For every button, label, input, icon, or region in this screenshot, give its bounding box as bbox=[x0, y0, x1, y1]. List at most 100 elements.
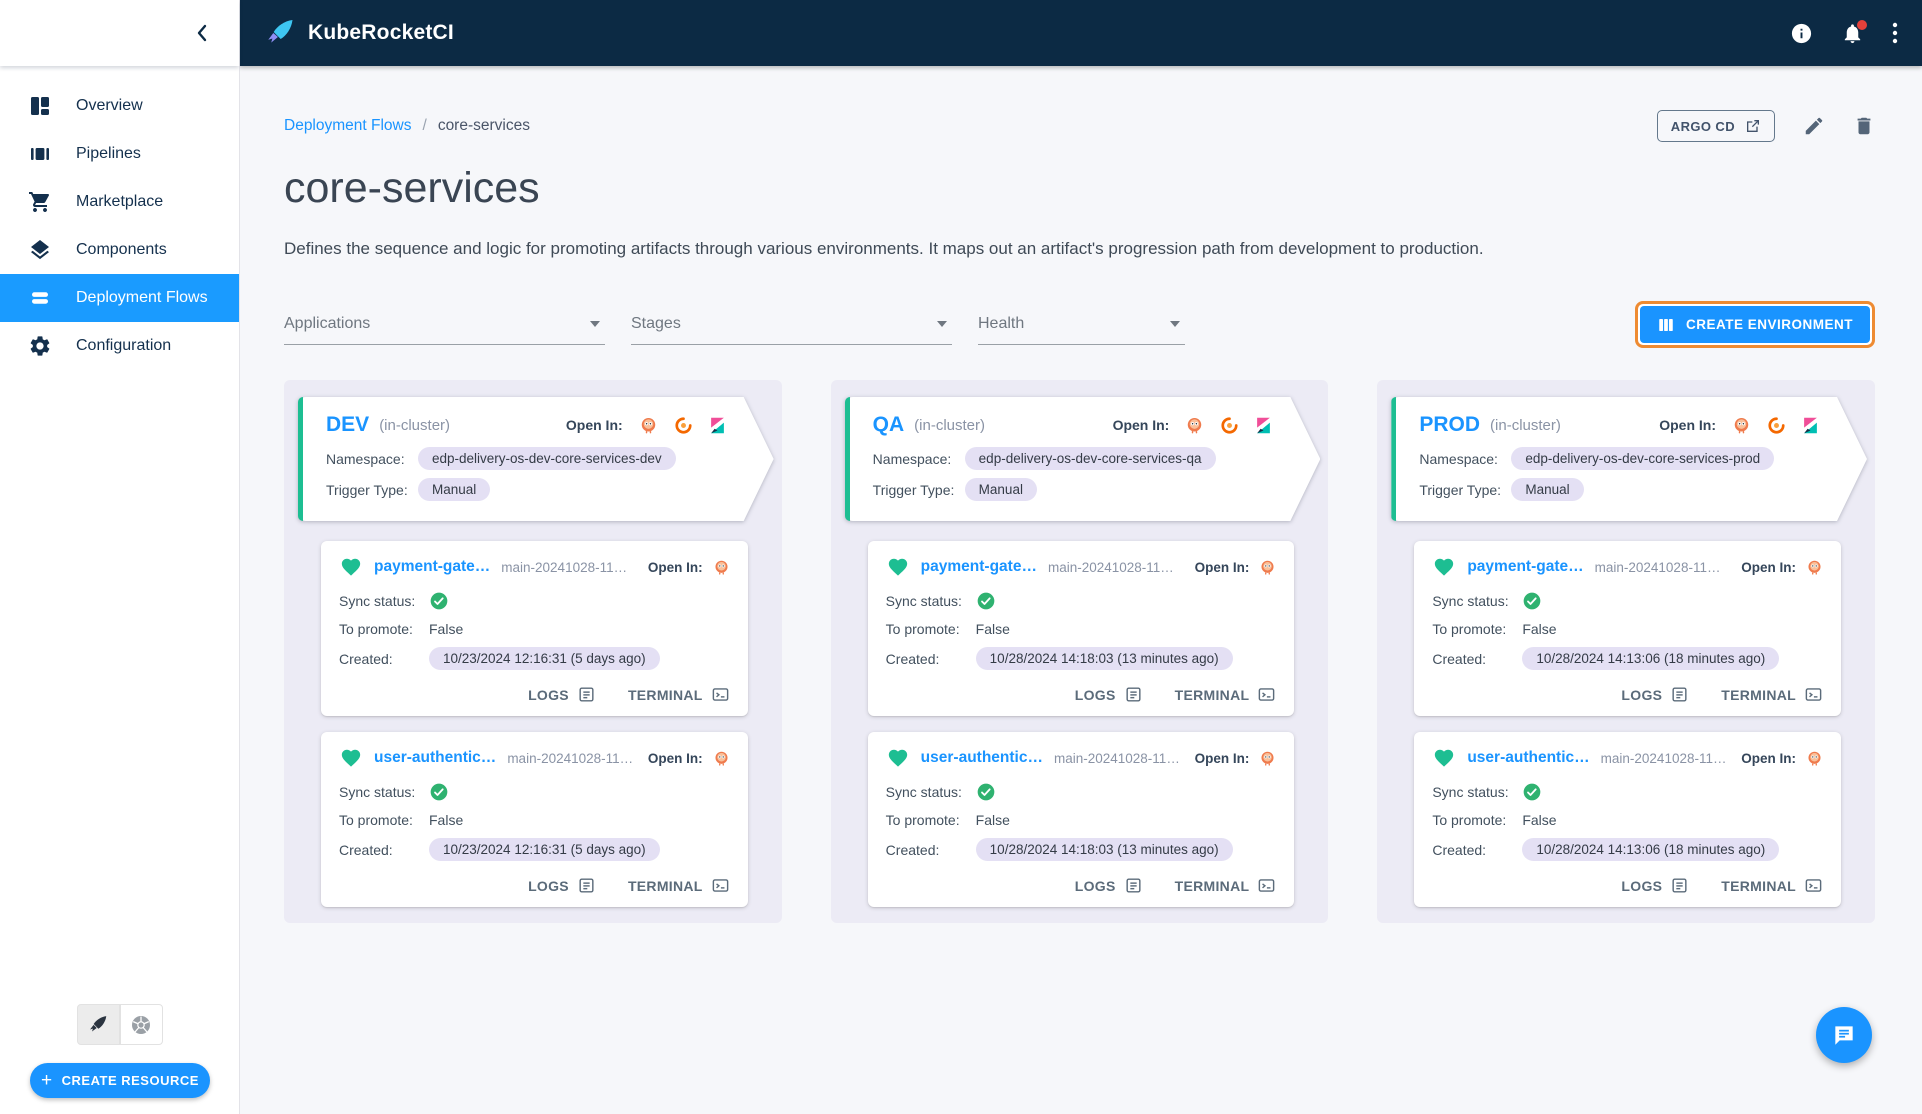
trigger-type-label: Trigger Type: bbox=[326, 481, 408, 498]
applications-filter-select[interactable]: Applications bbox=[284, 305, 605, 345]
notifications-icon[interactable] bbox=[1841, 19, 1867, 45]
stages-filter-select[interactable]: Stages bbox=[631, 305, 952, 345]
breadcrumb-deployment-flows-link[interactable]: Deployment Flows bbox=[284, 117, 412, 135]
green-heart-icon bbox=[1435, 558, 1454, 576]
kibana-icon[interactable] bbox=[709, 416, 726, 435]
terminal-button[interactable]: TERMINAL bbox=[1175, 876, 1277, 895]
to-promote-label: To promote: bbox=[339, 621, 413, 637]
argocd-icon[interactable] bbox=[1185, 416, 1204, 435]
created-value: 10/28/2024 14:13:06 (18 minutes ago) bbox=[1522, 838, 1780, 861]
created-value: 10/23/2024 12:16:31 (5 days ago) bbox=[429, 647, 660, 670]
logs-document-icon bbox=[579, 878, 594, 893]
argo-cd-button-label: ARGO CD bbox=[1670, 118, 1735, 134]
trigger-type-label: Trigger Type: bbox=[1419, 481, 1502, 498]
filter-bar: Applications Stages Health CREATE ENVIRO… bbox=[284, 301, 1875, 348]
application-name-link[interactable]: payment-gate… bbox=[374, 558, 490, 576]
logs-button[interactable]: LOGS bbox=[1075, 685, 1143, 704]
delete-trash-icon[interactable] bbox=[1853, 115, 1875, 137]
sidebar-item-pipelines[interactable]: Pipelines bbox=[0, 130, 239, 178]
argocd-icon[interactable] bbox=[713, 559, 730, 576]
grafana-icon[interactable] bbox=[1220, 416, 1239, 435]
to-promote-label: To promote: bbox=[1432, 621, 1507, 637]
application-list: payment-gate… main-20241028-11… Open In:… bbox=[1377, 521, 1875, 907]
create-environment-button[interactable]: CREATE ENVIRONMENT bbox=[1639, 306, 1870, 343]
application-version: main-20241028-11… bbox=[1594, 559, 1721, 575]
terminal-icon bbox=[1259, 688, 1275, 701]
argocd-icon[interactable] bbox=[1259, 750, 1276, 767]
layers-icon bbox=[31, 240, 49, 260]
terminal-button[interactable]: TERMINAL bbox=[1721, 876, 1823, 895]
to-promote-value: False bbox=[429, 812, 464, 828]
rocket-view-toggle[interactable] bbox=[76, 1004, 120, 1045]
terminal-button[interactable]: TERMINAL bbox=[628, 685, 730, 704]
namespace-value: edp-delivery-os-dev-core-services-qa bbox=[965, 447, 1216, 470]
namespace-value: edp-delivery-os-dev-core-services-prod bbox=[1511, 447, 1774, 470]
environment-name-link[interactable]: DEV bbox=[326, 413, 369, 437]
grafana-icon[interactable] bbox=[1767, 416, 1786, 435]
create-resource-button[interactable]: + CREATE RESOURCE bbox=[30, 1063, 210, 1098]
environment-column: DEV (in-cluster) Open In: Namespace: edp… bbox=[284, 380, 782, 923]
argocd-icon[interactable] bbox=[1806, 750, 1823, 767]
environment-cluster-label: (in-cluster) bbox=[914, 416, 986, 434]
to-promote-value: False bbox=[975, 621, 1010, 637]
argocd-icon[interactable] bbox=[1732, 416, 1751, 435]
kibana-icon[interactable] bbox=[1255, 416, 1272, 435]
to-promote-value: False bbox=[1522, 812, 1557, 828]
application-name-link[interactable]: user-authentic… bbox=[1467, 749, 1589, 767]
application-name-link[interactable]: user-authentic… bbox=[374, 749, 496, 767]
sidebar-item-overview[interactable]: Overview bbox=[0, 82, 239, 130]
green-check-circle-icon bbox=[977, 592, 995, 610]
argocd-icon[interactable] bbox=[713, 750, 730, 767]
stages-filter-label: Stages bbox=[631, 315, 681, 332]
trigger-type-label: Trigger Type: bbox=[872, 481, 955, 498]
grafana-icon[interactable] bbox=[674, 416, 693, 435]
argocd-icon[interactable] bbox=[639, 416, 658, 435]
environment-name-link[interactable]: QA bbox=[873, 413, 905, 437]
green-check-circle-icon bbox=[430, 592, 448, 610]
terminal-button[interactable]: TERMINAL bbox=[1175, 685, 1277, 704]
sidebar-item-configuration[interactable]: Configuration bbox=[0, 322, 239, 370]
breadcrumb: Deployment Flows / core-services bbox=[284, 117, 530, 135]
terminal-button[interactable]: TERMINAL bbox=[1721, 685, 1823, 704]
environment-name-link[interactable]: PROD bbox=[1419, 413, 1480, 437]
created-label: Created: bbox=[339, 650, 393, 667]
logs-button[interactable]: LOGS bbox=[1621, 876, 1689, 895]
application-name-link[interactable]: user-authentic… bbox=[921, 749, 1043, 767]
edit-pencil-icon[interactable] bbox=[1803, 115, 1825, 137]
columns-icon bbox=[1659, 318, 1673, 331]
kebab-menu-icon[interactable] bbox=[1892, 21, 1898, 45]
application-version: main-20241028-11… bbox=[1053, 750, 1180, 766]
kibana-icon[interactable] bbox=[1802, 416, 1819, 435]
argocd-icon[interactable] bbox=[1259, 559, 1276, 576]
open-in-label: Open In: bbox=[647, 559, 703, 575]
sidebar-item-deployment-flows[interactable]: Deployment Flows bbox=[0, 274, 239, 322]
sidebar-item-components[interactable]: Components bbox=[0, 226, 239, 274]
info-icon[interactable] bbox=[1790, 22, 1813, 45]
sidebar-collapse-button[interactable] bbox=[189, 17, 215, 49]
logs-button[interactable]: LOGS bbox=[528, 685, 596, 704]
created-value: 10/28/2024 14:18:03 (13 minutes ago) bbox=[975, 647, 1233, 670]
terminal-button[interactable]: TERMINAL bbox=[628, 876, 730, 895]
sidebar-item-marketplace[interactable]: Marketplace bbox=[0, 178, 239, 226]
logs-button[interactable]: LOGS bbox=[1621, 685, 1689, 704]
namespace-value: edp-delivery-os-dev-core-services-dev bbox=[418, 447, 676, 470]
to-promote-value: False bbox=[1522, 621, 1557, 637]
trigger-type-value: Manual bbox=[418, 478, 490, 501]
application-name-link[interactable]: payment-gate… bbox=[1467, 558, 1583, 576]
application-name-link[interactable]: payment-gate… bbox=[921, 558, 1037, 576]
trigger-type-value: Manual bbox=[965, 478, 1037, 501]
sync-status-label: Sync status: bbox=[339, 593, 416, 609]
logs-button[interactable]: LOGS bbox=[1075, 876, 1143, 895]
chat-fab-button[interactable] bbox=[1816, 1007, 1872, 1063]
chevron-left-icon bbox=[197, 24, 207, 42]
application-card: payment-gate… main-20241028-11… Open In:… bbox=[1414, 541, 1842, 716]
kubernetes-view-toggle[interactable] bbox=[119, 1004, 163, 1045]
argocd-icon[interactable] bbox=[1806, 559, 1823, 576]
terminal-label: TERMINAL bbox=[1721, 877, 1797, 894]
argo-cd-button[interactable]: ARGO CD bbox=[1656, 110, 1775, 142]
logs-label: LOGS bbox=[528, 686, 569, 703]
created-label: Created: bbox=[1432, 841, 1487, 858]
logs-button[interactable]: LOGS bbox=[528, 876, 596, 895]
health-filter-select[interactable]: Health bbox=[978, 305, 1185, 345]
main-content: Deployment Flows / core-services ARGO CD… bbox=[240, 66, 1922, 1114]
